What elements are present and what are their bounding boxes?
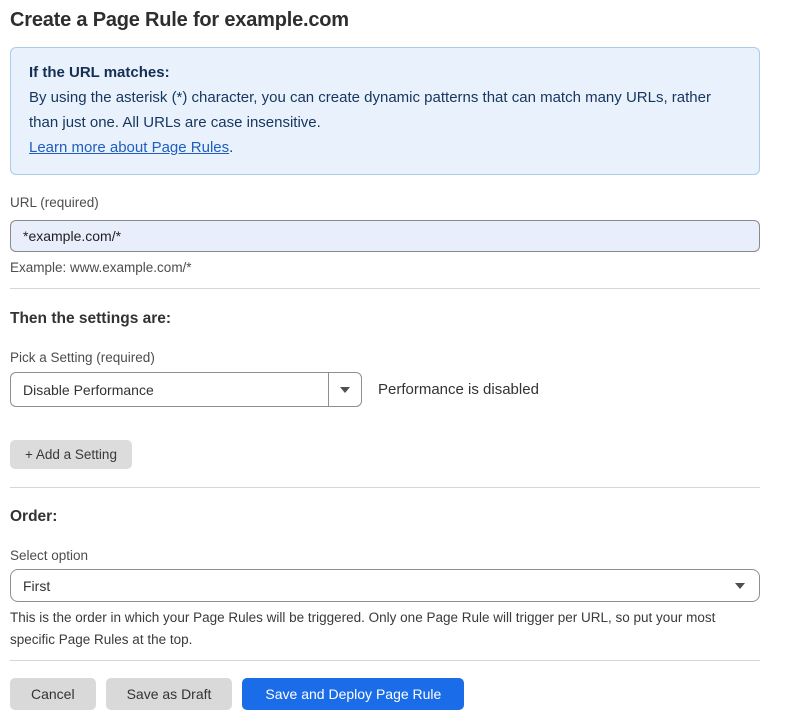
setting-row: Disable Performance Performance is disab… <box>10 372 760 407</box>
url-input[interactable] <box>10 220 760 252</box>
info-box-heading: If the URL matches: <box>29 60 741 85</box>
order-select[interactable]: First <box>10 569 760 602</box>
page-rule-form: Create a Page Rule for example.com If th… <box>10 9 760 710</box>
divider <box>10 660 760 661</box>
save-and-deploy-button[interactable]: Save and Deploy Page Rule <box>242 678 464 710</box>
add-setting-button[interactable]: + Add a Setting <box>10 440 132 469</box>
cancel-button[interactable]: Cancel <box>10 678 96 710</box>
url-example-text: Example: www.example.com/* <box>10 260 760 275</box>
url-match-info-box: If the URL matches: By using the asteris… <box>10 47 760 175</box>
save-as-draft-button[interactable]: Save as Draft <box>106 678 233 710</box>
order-select-value: First <box>11 578 735 594</box>
setting-status-text: Performance is disabled <box>378 381 539 398</box>
footer-actions: Cancel Save as Draft Save and Deploy Pag… <box>10 678 760 710</box>
order-help-text: This is the order in which your Page Rul… <box>10 607 760 651</box>
settings-section-heading: Then the settings are: <box>10 310 760 328</box>
setting-select-arrow-button[interactable] <box>328 373 361 406</box>
setting-select[interactable]: Disable Performance <box>10 372 362 407</box>
page-title: Create a Page Rule for example.com <box>10 9 760 32</box>
learn-more-link[interactable]: Learn more about Page Rules <box>29 139 229 156</box>
info-box-link-line: Learn more about Page Rules. <box>29 135 741 160</box>
order-select-label: Select option <box>10 548 760 563</box>
url-field-label: URL (required) <box>10 195 760 210</box>
divider <box>10 487 760 488</box>
pick-setting-label: Pick a Setting (required) <box>10 350 760 365</box>
info-box-body: By using the asterisk (*) character, you… <box>29 85 741 135</box>
order-section-heading: Order: <box>10 508 760 526</box>
divider <box>10 288 760 289</box>
setting-select-value: Disable Performance <box>11 382 328 398</box>
chevron-down-icon <box>735 583 759 589</box>
link-suffix: . <box>229 139 233 156</box>
chevron-down-icon <box>340 387 350 393</box>
